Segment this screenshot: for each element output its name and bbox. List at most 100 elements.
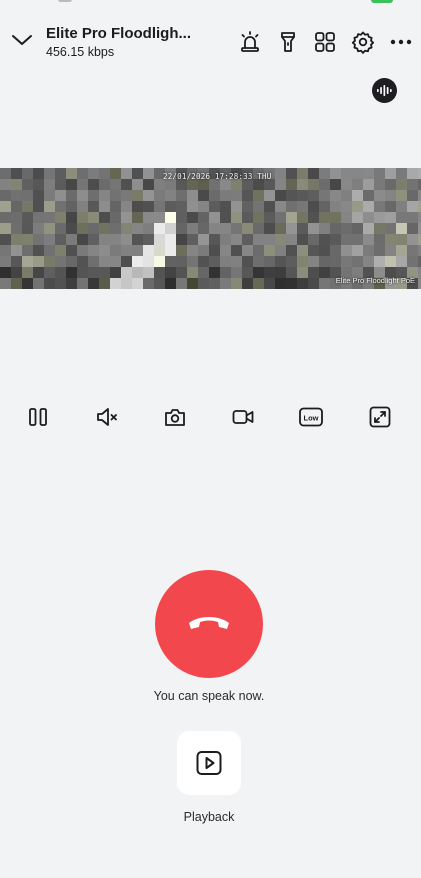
video-mosaic-cell (22, 201, 33, 212)
alarm-button[interactable] (237, 29, 263, 55)
video-mosaic-cell (363, 179, 374, 190)
video-mosaic-cell (88, 256, 99, 267)
video-mosaic-cell (121, 212, 132, 223)
video-mosaic-cell (0, 190, 11, 201)
video-mosaic-cell (132, 256, 143, 267)
video-mosaic-cell (44, 212, 55, 223)
video-mosaic-cell (66, 223, 77, 234)
video-mosaic-cell (110, 256, 121, 267)
hangup-button[interactable] (155, 570, 263, 678)
video-mosaic-cell (33, 256, 44, 267)
video-mosaic-cell (132, 179, 143, 190)
video-mosaic-cell (319, 212, 330, 223)
snapshot-button[interactable] (160, 402, 190, 432)
grid-button[interactable] (312, 29, 338, 55)
video-mosaic-cell (253, 267, 264, 278)
video-mosaic-cell (0, 223, 11, 234)
video-mosaic-cell (165, 212, 176, 223)
video-mosaic-cell (319, 179, 330, 190)
video-mosaic-cell (77, 223, 88, 234)
video-mosaic-cell (308, 245, 319, 256)
video-mosaic-cell (121, 168, 132, 179)
camera-icon (165, 409, 185, 426)
audio-wave-icon (377, 85, 392, 96)
video-mosaic-cell (55, 212, 66, 223)
video-mosaic-cell (396, 201, 407, 212)
video-mosaic-cell (264, 201, 275, 212)
video-mosaic-cell (242, 256, 253, 267)
video-mosaic-cell (66, 278, 77, 289)
video-mosaic-cell (220, 278, 231, 289)
video-mosaic-cell (143, 179, 154, 190)
video-mosaic-cell (154, 201, 165, 212)
video-mosaic-cell (88, 223, 99, 234)
video-mosaic-cell (22, 278, 33, 289)
video-mosaic-cell (77, 190, 88, 201)
video-mosaic-cell (154, 245, 165, 256)
fullscreen-button[interactable] (365, 402, 395, 432)
video-mosaic-cell (341, 245, 352, 256)
video-mosaic-cell (66, 234, 77, 245)
video-mosaic-cell (363, 190, 374, 201)
video-mosaic-cell (121, 179, 132, 190)
video-mosaic-cell (231, 223, 242, 234)
video-mosaic-cell (407, 179, 418, 190)
title-block: Elite Pro Floodligh... 456.15 kbps (46, 24, 226, 60)
video-mosaic-cell (143, 201, 154, 212)
video-mosaic-cell (77, 245, 88, 256)
video-mosaic-cell (407, 190, 418, 201)
video-mosaic-cell (308, 212, 319, 223)
video-mosaic-cell (44, 245, 55, 256)
video-mosaic-cell (66, 201, 77, 212)
video-mosaic-cell (396, 179, 407, 190)
video-mosaic-cell (341, 256, 352, 267)
video-mosaic-cell (220, 190, 231, 201)
video-mosaic-cell (11, 179, 22, 190)
video-mosaic-cell (0, 179, 11, 190)
video-mosaic-cell (88, 201, 99, 212)
video-mosaic-cell (165, 234, 176, 245)
more-button[interactable] (388, 29, 414, 55)
audio-indicator-button[interactable] (372, 78, 397, 103)
video-mosaic-cell (264, 212, 275, 223)
pause-button[interactable] (23, 402, 53, 432)
back-button[interactable] (10, 28, 34, 52)
video-mosaic-cell (242, 278, 253, 289)
video-mosaic-cell (220, 256, 231, 267)
video-mosaic-cell (374, 256, 385, 267)
live-video[interactable]: 22/01/2026 17:28:33 THU Elite Pro Floodl… (0, 168, 421, 289)
flashlight-button[interactable] (275, 29, 301, 55)
video-mosaic-cell (319, 223, 330, 234)
video-mosaic-cell (264, 234, 275, 245)
settings-button[interactable] (350, 29, 376, 55)
video-mosaic-cell (297, 267, 308, 278)
video-mosaic-cell (242, 245, 253, 256)
video-mosaic-cell (286, 168, 297, 179)
video-mosaic-cell (121, 267, 132, 278)
video-mosaic-cell (143, 245, 154, 256)
video-mosaic-cell (33, 223, 44, 234)
video-mosaic-cell (22, 267, 33, 278)
video-mosaic-cell (363, 223, 374, 234)
video-mosaic-cell (330, 201, 341, 212)
video-mosaic-cell (165, 256, 176, 267)
mute-button[interactable] (92, 402, 122, 432)
video-mosaic-cell (253, 234, 264, 245)
video-mosaic-cell (286, 212, 297, 223)
video-mosaic-cell (154, 278, 165, 289)
video-mosaic-cell (176, 278, 187, 289)
video-mosaic-cell (352, 256, 363, 267)
playback-button[interactable] (177, 731, 241, 795)
video-mosaic-cell (110, 278, 121, 289)
video-mosaic-cell (363, 234, 374, 245)
video-mosaic-cell (44, 201, 55, 212)
quality-button[interactable]: Low (296, 402, 326, 432)
video-mosaic-cell (121, 234, 132, 245)
video-mosaic-cell (77, 256, 88, 267)
video-mosaic-cell (44, 256, 55, 267)
video-mosaic-cell (143, 278, 154, 289)
video-mosaic-cell (341, 190, 352, 201)
record-button[interactable] (228, 402, 258, 432)
video-mosaic-cell (154, 190, 165, 201)
siren-icon (241, 31, 259, 52)
